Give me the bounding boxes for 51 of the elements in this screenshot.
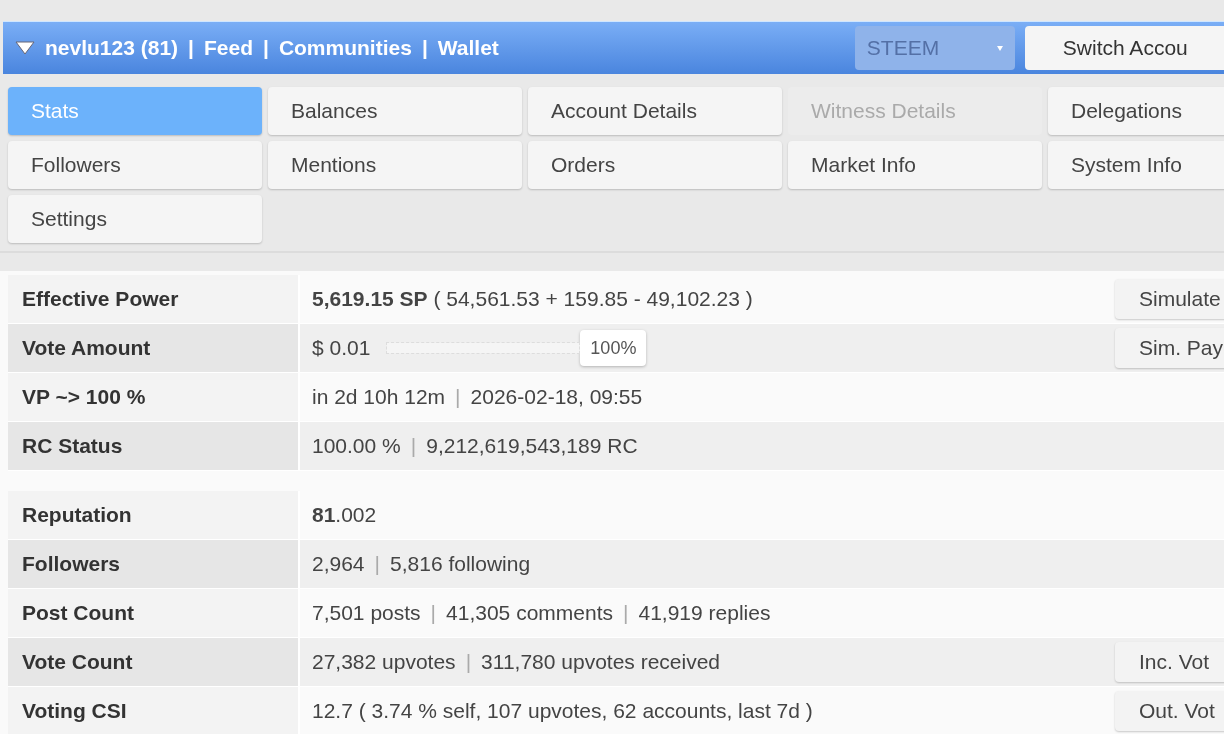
row-value: 5,816 following	[390, 552, 531, 576]
row-value: 9,212,619,543,189 RC	[426, 434, 638, 458]
row-label: Voting CSI	[8, 687, 300, 734]
separator: |	[410, 434, 417, 458]
tab[interactable]: Orders	[528, 141, 782, 189]
row-value: 7,501 posts	[312, 601, 421, 625]
action-button[interactable]: Out. Vot	[1115, 691, 1224, 731]
row-label: Reputation	[8, 491, 300, 539]
tab[interactable]: Delegations	[1048, 87, 1224, 135]
row-value: in 2d 10h 12m	[312, 385, 446, 409]
row-label: Effective Power	[8, 275, 300, 323]
row-value: 311,780 upvotes received	[481, 650, 721, 674]
row-value: 2026-02-18, 09:55	[470, 385, 643, 409]
separator: |	[455, 385, 461, 409]
row-label: Post Count	[8, 589, 300, 637]
vote-slider[interactable]	[387, 343, 580, 353]
row-value: 41,919 replies	[638, 601, 771, 625]
separator: |	[263, 36, 269, 60]
separator: |	[188, 36, 194, 60]
row-value: 5,619.15 SP ( 54,561.53 + 159.85 - 49,102.23 )	[312, 287, 753, 311]
row-value: 2,964	[312, 552, 365, 576]
tab[interactable]: Market Info	[788, 141, 1042, 189]
switch-account-button[interactable]: Switch Accou	[1024, 26, 1224, 70]
separator: |	[623, 601, 629, 625]
slider-handle[interactable]: 100%	[580, 330, 647, 366]
tab[interactable]: Mentions	[268, 141, 522, 189]
tab[interactable]: System Info	[1048, 141, 1224, 189]
row-value: 41,305 comments	[446, 601, 613, 625]
row-label: Vote Amount	[8, 324, 300, 372]
row-value: 100.00 %	[312, 434, 401, 458]
row-label: RC Status	[8, 422, 300, 470]
row-value: 27,382 upvotes	[312, 650, 456, 674]
row-label: Vote Count	[8, 638, 300, 686]
tab[interactable]: Settings	[8, 195, 262, 243]
row-value: 12.7 ( 3.74 % self, 107 upvotes, 62 accounts, last 7d )	[312, 699, 813, 723]
action-button[interactable]: Inc. Vot	[1115, 642, 1224, 682]
separator: |	[374, 552, 381, 576]
action-button[interactable]: Sim. Pay	[1115, 328, 1224, 368]
tab[interactable]: Account Details	[528, 87, 782, 135]
separator: |	[421, 36, 428, 60]
separator: |	[465, 650, 472, 674]
row-label: Followers	[8, 540, 300, 588]
row-value: 81.002	[312, 503, 377, 527]
row-value: $ 0.01	[312, 336, 371, 360]
tab[interactable]: Followers	[8, 141, 262, 189]
dropdown-triangle-icon[interactable]	[15, 41, 35, 55]
separator: |	[430, 601, 437, 625]
caret-icon	[996, 45, 1003, 51]
tab[interactable]: Balances	[268, 87, 522, 135]
row-label: VP ~> 100 %	[8, 373, 300, 421]
action-button[interactable]: Simulate	[1115, 279, 1224, 319]
